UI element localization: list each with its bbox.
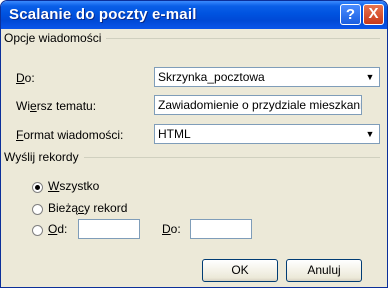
from-record-input[interactable] (78, 219, 140, 239)
dialog-body: Opcje wiadomości Do: Skrzynka_pocztowa ▼… (4, 29, 384, 284)
format-dropdown-arrow-icon[interactable]: ▼ (362, 126, 378, 142)
to-dropdown-arrow-icon[interactable]: ▼ (362, 69, 378, 85)
to-label: Do: (16, 71, 35, 85)
format-combobox-value: HTML (158, 127, 191, 141)
cancel-button[interactable]: Anuluj (286, 259, 362, 282)
to-record-input[interactable] (190, 219, 252, 239)
to-label-accel: D (16, 71, 25, 85)
mail-merge-dialog: Scalanie do poczty e-mail ? X Opcje wiad… (0, 0, 388, 288)
format-combobox[interactable]: HTML ▼ (154, 124, 380, 144)
to-label-rest: o: (24, 71, 35, 85)
to-record-label: Do: (162, 222, 181, 236)
radio-all-label[interactable]: Wszystko (48, 179, 99, 193)
to-combobox[interactable]: Skrzynka_pocztowa ▼ (154, 67, 380, 87)
subject-input[interactable]: Zawiadomienie o przydziale mieszkania (154, 95, 362, 115)
dialog-title: Scalanie do poczty e-mail (9, 6, 197, 23)
send-records-group-title: Wyślij rekordy (4, 150, 84, 164)
radio-from[interactable] (32, 225, 43, 236)
close-button[interactable]: X (363, 4, 384, 25)
radio-from-label[interactable]: Od: (48, 222, 67, 236)
subject-label: Wiersz tematu: (16, 99, 97, 113)
ok-button[interactable]: OK (202, 259, 278, 282)
radio-all[interactable] (32, 182, 43, 193)
help-button[interactable]: ? (340, 4, 361, 25)
radio-current-record[interactable] (32, 204, 43, 215)
to-combobox-value: Skrzynka_pocztowa (158, 70, 265, 84)
title-bar: Scalanie do poczty e-mail ? X (1, 1, 387, 29)
radio-current-record-label[interactable]: Bieżący rekord (48, 201, 127, 215)
format-label: Format wiadomości: (16, 128, 124, 142)
message-options-group-title: Opcje wiadomości (4, 31, 107, 45)
